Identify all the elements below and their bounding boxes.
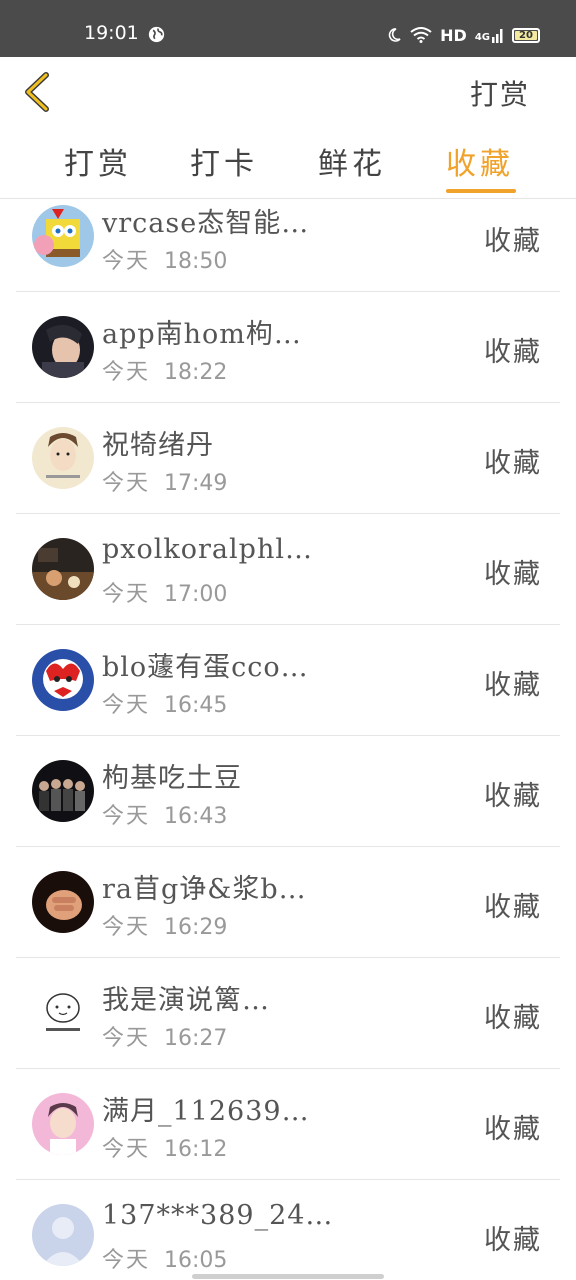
day-label: 今天 <box>102 693 151 718</box>
favorites-list: vrcase态智能… 今天 18:50 收藏 app南hom枸… 今天 18:22 … <box>16 199 560 1280</box>
username: vrcase态智能… <box>102 208 310 239</box>
tab-indicator <box>446 189 516 193</box>
favorite-label: 收藏 <box>484 781 542 812</box>
day-label: 今天 <box>102 582 151 607</box>
list-item[interactable]: 满月_112639… 今天 16:12 收藏 <box>16 1069 560 1180</box>
list-item[interactable]: vrcase态智能… 今天 18:50 收藏 <box>16 199 560 292</box>
favorite-label: 收藏 <box>484 337 542 368</box>
header: 打赏 <box>0 57 576 127</box>
timestamp: 今天 16:43 <box>102 798 227 830</box>
time-label: 16:29 <box>164 915 228 940</box>
avatar <box>32 427 94 489</box>
avatar <box>32 1204 94 1266</box>
list-item[interactable]: 祝犄绪丹 今天 17:49 收藏 <box>16 403 560 514</box>
avatar <box>32 205 94 267</box>
day-label: 今天 <box>102 360 151 385</box>
list-item[interactable]: 137***389_24… 今天 16:05 收藏 <box>16 1180 560 1280</box>
tab-favorites[interactable]: 收藏 <box>446 139 514 183</box>
time-label: 17:49 <box>164 471 228 496</box>
signal-label: 4G <box>474 32 490 43</box>
timestamp: 今天 18:22 <box>102 354 227 386</box>
status-time: 19:01 <box>84 22 139 44</box>
username: blo蘧有蛋cco… <box>102 652 309 683</box>
time-label: 16:12 <box>164 1137 228 1162</box>
status-indicators: HD 4G 20 <box>386 24 540 46</box>
day-label: 今天 <box>102 1026 151 1051</box>
favorite-label: 收藏 <box>484 1225 542 1256</box>
time-label: 16:05 <box>164 1248 228 1273</box>
favorite-label: 收藏 <box>484 670 542 701</box>
avatar <box>32 1093 94 1155</box>
status-bar: 19:01 HD 4G 20 <box>0 0 576 57</box>
favorite-label: 收藏 <box>484 1114 542 1145</box>
avatar <box>32 871 94 933</box>
wifi-icon <box>410 27 432 43</box>
time-label: 16:27 <box>164 1026 228 1051</box>
username: 枸基吃土豆 <box>102 763 242 794</box>
day-label: 今天 <box>102 1248 151 1273</box>
username: app南hom枸… <box>102 319 302 350</box>
home-indicator[interactable] <box>192 1274 384 1279</box>
avatar <box>32 316 94 378</box>
day-label: 今天 <box>102 1137 151 1162</box>
globe-icon <box>148 26 165 43</box>
tab-flowers[interactable]: 鲜花 <box>318 139 386 183</box>
day-label: 今天 <box>102 804 151 829</box>
timestamp: 今天 18:50 <box>102 243 227 275</box>
favorite-label: 收藏 <box>484 1003 542 1034</box>
network-type: HD <box>440 25 467 45</box>
username: 我是演说篱… <box>102 985 270 1016</box>
list-item[interactable]: 枸基吃土豆 今天 16:43 收藏 <box>16 736 560 847</box>
tab-checkin[interactable]: 打卡 <box>190 139 258 183</box>
list-item[interactable]: ra苜g诤&浆b… 今天 16:29 收藏 <box>16 847 560 958</box>
favorite-label: 收藏 <box>484 559 542 590</box>
avatar <box>32 538 94 600</box>
timestamp: 今天 16:12 <box>102 1131 227 1163</box>
day-label: 今天 <box>102 471 151 496</box>
favorite-label: 收藏 <box>484 448 542 479</box>
signal-icon: 4G <box>475 27 504 43</box>
list-item[interactable]: app南hom枸… 今天 18:22 收藏 <box>16 292 560 403</box>
tab-reward[interactable]: 打赏 <box>64 139 132 183</box>
battery-level: 20 <box>519 29 533 41</box>
timestamp: 今天 16:27 <box>102 1020 227 1052</box>
list-item[interactable]: pxolkoralphl… 今天 17:00 收藏 <box>16 514 560 625</box>
favorite-label: 收藏 <box>484 226 542 257</box>
list-item[interactable]: 我是演说篱… 今天 16:27 收藏 <box>16 958 560 1069</box>
chevron-left-icon[interactable] <box>18 69 58 115</box>
avatar <box>32 982 94 1044</box>
battery-icon: 20 <box>512 27 540 43</box>
username: 祝犄绪丹 <box>102 430 214 461</box>
timestamp: 今天 17:00 <box>102 576 227 608</box>
timestamp: 今天 16:45 <box>102 687 227 719</box>
moon-icon <box>388 28 401 42</box>
avatar <box>32 649 94 711</box>
time-label: 18:50 <box>164 249 228 274</box>
username: pxolkoralphl… <box>102 534 313 565</box>
list-item[interactable]: blo蘧有蛋cco… 今天 16:45 收藏 <box>16 625 560 736</box>
username: 满月_112639… <box>102 1096 310 1127</box>
reward-button[interactable]: 打赏 <box>470 73 530 113</box>
day-label: 今天 <box>102 915 151 940</box>
username: 137***389_24… <box>102 1200 334 1231</box>
time-label: 18:22 <box>164 360 228 385</box>
time-label: 16:43 <box>164 804 228 829</box>
time-label: 17:00 <box>164 582 228 607</box>
favorite-label: 收藏 <box>484 892 542 923</box>
timestamp: 今天 16:29 <box>102 909 227 941</box>
day-label: 今天 <box>102 249 151 274</box>
time-label: 16:45 <box>164 693 228 718</box>
username: ra苜g诤&浆b… <box>102 874 307 905</box>
avatar <box>32 760 94 822</box>
timestamp: 今天 16:05 <box>102 1242 227 1274</box>
tab-bar: 打赏 打卡 鲜花 收藏 <box>0 127 576 199</box>
timestamp: 今天 17:49 <box>102 465 227 497</box>
